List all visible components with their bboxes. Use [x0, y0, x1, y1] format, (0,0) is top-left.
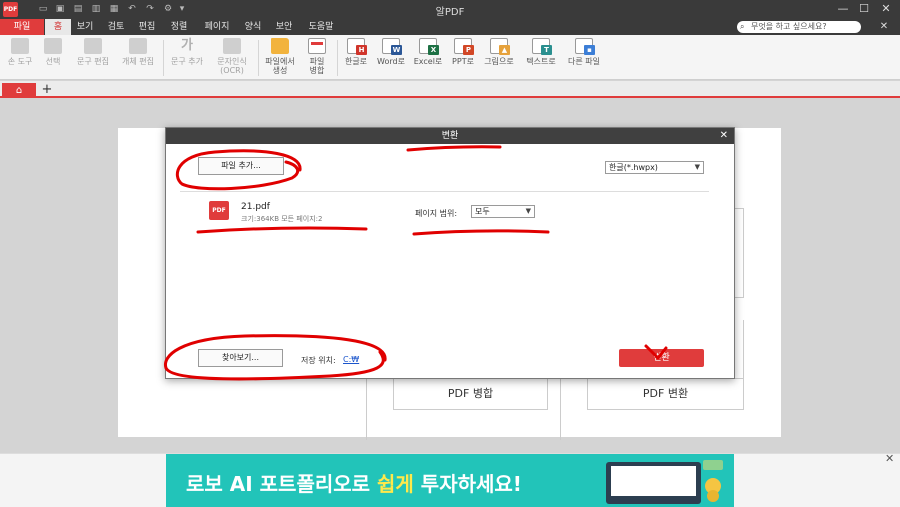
ocr-button[interactable]: 문자인식 (OCR)	[210, 38, 254, 78]
convert-to-ppt-button[interactable]: P PPT로	[448, 38, 478, 78]
dialog-title: 변환	[166, 128, 734, 144]
menu-help[interactable]: 도움말	[303, 19, 339, 35]
file-name: 21.pdf	[241, 202, 270, 212]
hand-tool-button[interactable]: 손 도구	[4, 38, 36, 78]
maximize-button[interactable]: ☐	[857, 2, 871, 16]
dialog-separator	[180, 191, 709, 192]
add-text-button[interactable]: 가 문구 추가	[167, 38, 207, 78]
add-file-button[interactable]: 파일 추가...	[198, 157, 284, 175]
file-meta: 크기:364KB 모든 페이지:2	[241, 215, 323, 223]
menu-page[interactable]: 페이지	[199, 19, 235, 35]
hwp-icon: H	[347, 38, 367, 55]
chevron-down-icon: ▼	[525, 207, 531, 215]
new-tab-button[interactable]: +	[40, 83, 54, 98]
merge-icon	[308, 38, 326, 54]
coins-icon	[703, 460, 723, 502]
browse-button[interactable]: 찾아보기...	[198, 349, 283, 367]
window-title: 알PDF	[435, 7, 465, 18]
convert-to-excel-button[interactable]: X Excel로	[410, 38, 446, 78]
word-icon: W	[382, 38, 402, 55]
convert-to-image-button[interactable]: ▲ 그림으로	[480, 38, 518, 78]
minimize-button[interactable]: —	[836, 2, 850, 16]
page-range-select[interactable]: 모두 ▼	[471, 205, 535, 218]
menu-security[interactable]: 보안	[271, 19, 297, 35]
page-range-label: 페이지 범위:	[415, 209, 458, 218]
home-icon: ⌂	[15, 85, 23, 96]
output-format-select[interactable]: 한글(*.hwpx) ▼	[605, 161, 704, 174]
menu-edit[interactable]: 편집	[134, 19, 160, 35]
text-edit-button[interactable]: 문구 편집	[73, 38, 113, 78]
page-range-value: 모두	[475, 207, 490, 216]
menu-file[interactable]: 파일	[0, 19, 44, 35]
pdf-file-icon: PDF	[209, 201, 229, 220]
select-tool-button[interactable]: 선택	[38, 38, 68, 78]
merge-files-button[interactable]: 파일 병합	[302, 38, 332, 78]
ocr-icon	[223, 38, 241, 54]
ribbon-toolbar: 손 도구 선택 문구 편집 개체 편집 가 문구 추가 문자인식 (OCR) 파…	[0, 35, 900, 80]
card-divider	[743, 320, 744, 410]
convert-to-word-button[interactable]: W Word로	[374, 38, 408, 78]
convert-to-other-button[interactable]: ▪ 다른 파일	[563, 38, 605, 78]
convert-dialog: 변환 ✕ 파일 추가... 한글(*.hwpx) ▼ PDF 21.pdf 크기…	[165, 127, 735, 379]
pdf-merge-card[interactable]: PDF 병합	[393, 378, 548, 410]
text-file-icon: T	[532, 38, 552, 55]
ribbon-separator	[337, 40, 338, 76]
convert-button[interactable]: 변환	[619, 349, 704, 367]
ad-close-button[interactable]: ✕	[885, 452, 894, 465]
ad-banner[interactable]: 로보 AI 포트폴리오로 쉽게 투자하세요!	[166, 454, 734, 507]
other-file-icon: ▪	[575, 38, 595, 55]
text-edit-icon	[84, 38, 102, 54]
menu-review[interactable]: 검토	[103, 19, 129, 35]
pdf-convert-card[interactable]: PDF 변환	[587, 378, 744, 410]
home-tab[interactable]: ⌂	[2, 83, 36, 98]
document-tab-strip: ⌂ +	[0, 81, 900, 98]
ribbon-separator	[163, 40, 164, 76]
dialog-close-button[interactable]: ✕	[720, 128, 728, 144]
output-format-value: 한글(*.hwpx)	[609, 163, 658, 172]
object-edit-icon	[129, 38, 147, 54]
menu-arrange[interactable]: 정렬	[166, 19, 192, 35]
menu-home[interactable]: 홈	[45, 19, 71, 35]
select-cursor-icon	[44, 38, 62, 54]
title-bar: PDF ▭ ▣ ▤ ▥ ▦ ↶ ↷ ⚙ ▾ 알PDF — ☐ ✕	[0, 0, 900, 19]
menu-view[interactable]: 보기	[72, 19, 98, 35]
save-location-label: 저장 위치:	[301, 356, 336, 365]
hand-icon	[11, 38, 29, 54]
image-icon: ▲	[490, 38, 510, 55]
excel-icon: X	[419, 38, 439, 55]
search-icon: ⌕	[740, 22, 745, 31]
window-close-button[interactable]: ✕	[879, 2, 893, 16]
ribbon-separator	[258, 40, 259, 76]
add-text-icon: 가	[181, 38, 193, 53]
ad-text: 로보 AI 포트폴리오로 쉽게 투자하세요!	[186, 472, 522, 496]
search-placeholder: 무엇을 하고 싶으세요?	[751, 22, 827, 31]
convert-to-text-button[interactable]: T 텍스트로	[520, 38, 562, 78]
laptop-chart-icon	[606, 462, 701, 504]
search-input[interactable]: ⌕ 무엇을 하고 싶으세요?	[737, 21, 861, 33]
create-from-file-button[interactable]: 파일에서 생성	[261, 38, 299, 78]
menu-form[interactable]: 양식	[240, 19, 266, 35]
ppt-icon: P	[454, 38, 474, 55]
chevron-down-icon: ▼	[694, 163, 700, 171]
save-location-link[interactable]: C:₩	[343, 355, 359, 364]
object-edit-button[interactable]: 개체 편집	[116, 38, 160, 78]
convert-to-hwp-button[interactable]: H 한글로	[340, 38, 372, 78]
ribbon-close-button[interactable]: ✕	[877, 19, 891, 35]
folder-icon	[271, 38, 289, 54]
